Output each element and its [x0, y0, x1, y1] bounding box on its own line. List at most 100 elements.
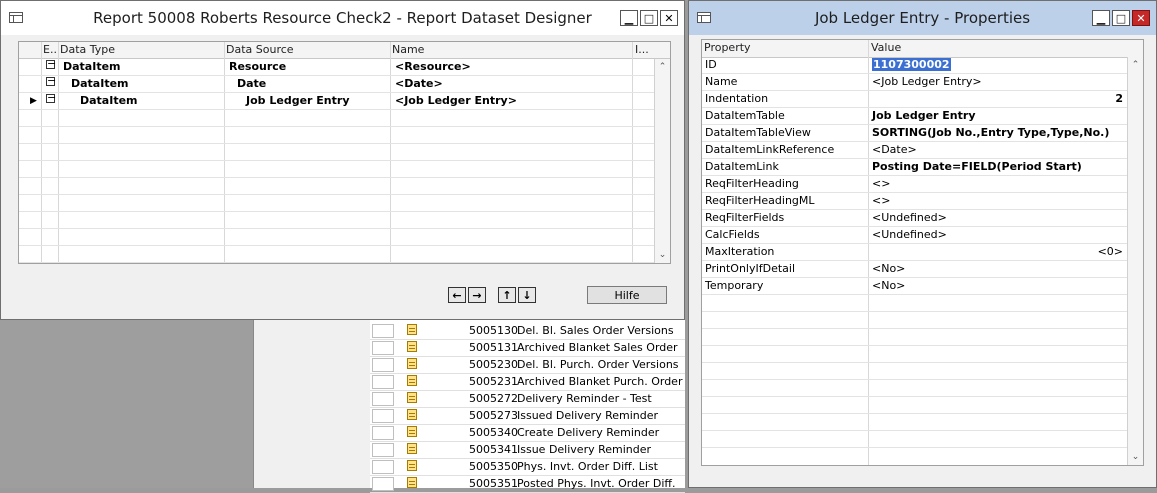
dataset-row[interactable]: − DataItem Date <Date> — [19, 75, 654, 93]
property-row[interactable]: DataItemTable Job Ledger Entry — [702, 108, 1127, 125]
list-item[interactable]: 5005231 Archived Blanket Purch. Order — [370, 374, 685, 391]
property-row[interactable] — [702, 329, 1127, 346]
move-right-button[interactable]: → — [468, 287, 486, 303]
minimize-button[interactable]: ▁ — [1092, 10, 1110, 26]
dataset-row[interactable] — [19, 212, 654, 229]
list-item[interactable]: 5005340 Create Delivery Reminder — [370, 425, 685, 442]
list-item[interactable]: 5005272 Delivery Reminder - Test — [370, 391, 685, 408]
property-row[interactable]: Indentation 2 — [702, 91, 1127, 108]
dataset-row[interactable] — [19, 229, 654, 246]
collapse-icon[interactable]: − — [46, 58, 56, 69]
property-value[interactable]: Posting Date=FIELD(Period Start) — [872, 160, 1082, 173]
list-item[interactable]: 5005273 Issued Delivery Reminder — [370, 408, 685, 425]
property-value[interactable]: SORTING(Job No.,Entry Type,Type,No.) — [872, 126, 1109, 139]
property-value[interactable]: <No> — [872, 279, 905, 292]
properties-scrollbar[interactable]: ⌃ ⌄ — [1127, 57, 1143, 465]
property-row[interactable]: ID 1107300002 — [702, 57, 1127, 74]
row-selector[interactable] — [372, 392, 394, 406]
property-row[interactable]: DataItemLink Posting Date=FIELD(Period St… — [702, 159, 1127, 176]
list-item[interactable]: 5005230 Del. Bl. Purch. Order Versions — [370, 357, 685, 374]
collapse-icon[interactable]: − — [46, 75, 56, 86]
property-row[interactable]: PrintOnlyIfDetail <No> — [702, 261, 1127, 278]
list-item[interactable]: 5005351 Posted Phys. Invt. Order Diff. — [370, 476, 685, 493]
row-selector[interactable] — [372, 324, 394, 338]
property-row[interactable] — [702, 414, 1127, 431]
move-left-button[interactable]: ← — [448, 287, 466, 303]
dataset-row[interactable] — [19, 127, 654, 144]
property-row[interactable]: Temporary <No> — [702, 278, 1127, 295]
chevron-up-icon[interactable]: ⌃ — [655, 59, 670, 75]
dataset-row[interactable] — [19, 178, 654, 195]
dataset-row[interactable]: − DataItem Resource <Resource> — [19, 58, 654, 76]
designer-scrollbar[interactable]: ⌃ ⌄ — [654, 59, 670, 263]
property-row[interactable]: MaxIteration <0> — [702, 244, 1127, 261]
row-selector[interactable] — [372, 409, 394, 423]
col-header-data-type[interactable]: Data Type — [60, 43, 115, 56]
property-row[interactable] — [702, 380, 1127, 397]
close-button[interactable]: ✕ — [1132, 10, 1150, 26]
list-item[interactable]: 5005341 Issue Delivery Reminder — [370, 442, 685, 459]
property-value[interactable]: <> — [872, 177, 890, 190]
property-row[interactable] — [702, 295, 1127, 312]
property-value[interactable]: <Date> — [872, 143, 917, 156]
property-row[interactable] — [702, 363, 1127, 380]
property-value[interactable]: <Job Ledger Entry> — [872, 75, 982, 88]
property-value[interactable]: 1107300002 — [872, 58, 951, 71]
properties-titlebar[interactable]: Job Ledger Entry - Properties ▁ □ ✕ — [689, 1, 1156, 35]
col-header-e[interactable]: E.. — [43, 43, 57, 56]
row-selector[interactable] — [372, 426, 394, 440]
collapse-icon[interactable]: − — [46, 92, 56, 103]
col-header-property[interactable]: Property — [704, 41, 751, 54]
property-value[interactable]: <Undefined> — [872, 211, 947, 224]
col-header-data-source[interactable]: Data Source — [226, 43, 294, 56]
property-row[interactable]: ReqFilterHeading <> — [702, 176, 1127, 193]
row-selector[interactable] — [372, 375, 394, 389]
dataset-row[interactable] — [19, 161, 654, 178]
property-value[interactable]: <No> — [872, 262, 905, 275]
chevron-down-icon[interactable]: ⌄ — [1128, 449, 1143, 465]
maximize-button[interactable]: □ — [1112, 10, 1130, 26]
row-selector[interactable] — [372, 443, 394, 457]
chevron-down-icon[interactable]: ⌄ — [655, 247, 670, 263]
property-row[interactable] — [702, 431, 1127, 448]
move-up-button[interactable]: ↑ — [498, 287, 516, 303]
properties-grid[interactable]: Property Value ID 1107300002 Name <Job Ledg… — [701, 39, 1144, 466]
property-row[interactable] — [702, 312, 1127, 329]
property-value[interactable]: 2 — [1115, 92, 1123, 105]
dataset-grid[interactable]: E.. Data Type Data Source Name I... − Dat… — [18, 41, 671, 264]
dataset-row[interactable] — [19, 246, 654, 263]
designer-titlebar[interactable]: Report 50008 Roberts Resource Check2 - R… — [1, 1, 684, 35]
chevron-up-icon[interactable]: ⌃ — [1128, 57, 1143, 73]
list-item[interactable]: 5005131 Archived Blanket Sales Order — [370, 340, 685, 357]
row-selector[interactable] — [372, 341, 394, 355]
property-value[interactable]: <0> — [1098, 245, 1123, 258]
close-button[interactable]: ✕ — [660, 10, 678, 26]
dataset-row[interactable] — [19, 110, 654, 127]
list-item[interactable]: 5005350 Phys. Invt. Order Diff. List — [370, 459, 685, 476]
row-selector[interactable] — [372, 358, 394, 372]
dataset-row[interactable] — [19, 195, 654, 212]
property-value[interactable]: <> — [872, 194, 890, 207]
property-row[interactable]: DataItemTableView SORTING(Job No.,Entry T… — [702, 125, 1127, 142]
col-header-value[interactable]: Value — [871, 41, 901, 54]
property-row[interactable]: CalcFields <Undefined> — [702, 227, 1127, 244]
row-selector[interactable] — [372, 460, 394, 474]
property-row[interactable]: DataItemLinkReference <Date> — [702, 142, 1127, 159]
col-header-i[interactable]: I... — [635, 43, 649, 56]
move-down-button[interactable]: ↓ — [518, 287, 536, 303]
row-selector[interactable] — [372, 477, 394, 491]
property-row[interactable]: Name <Job Ledger Entry> — [702, 74, 1127, 91]
maximize-button[interactable]: □ — [640, 10, 658, 26]
list-item[interactable]: 5005130 Del. Bl. Sales Order Versions — [370, 323, 685, 340]
property-row[interactable]: ReqFilterHeadingML <> — [702, 193, 1127, 210]
dataset-row[interactable]: ▶ − DataItem Job Ledger Entry <Job Ledger En… — [19, 92, 654, 110]
dataset-row[interactable] — [19, 144, 654, 161]
minimize-button[interactable]: ▁ — [620, 10, 638, 26]
property-value[interactable]: <Undefined> — [872, 228, 947, 241]
property-value[interactable]: Job Ledger Entry — [872, 109, 976, 122]
property-row[interactable] — [702, 397, 1127, 414]
help-button[interactable]: Hilfe — [587, 286, 667, 304]
col-header-name[interactable]: Name — [392, 43, 424, 56]
property-row[interactable] — [702, 346, 1127, 363]
property-row[interactable]: ReqFilterFields <Undefined> — [702, 210, 1127, 227]
